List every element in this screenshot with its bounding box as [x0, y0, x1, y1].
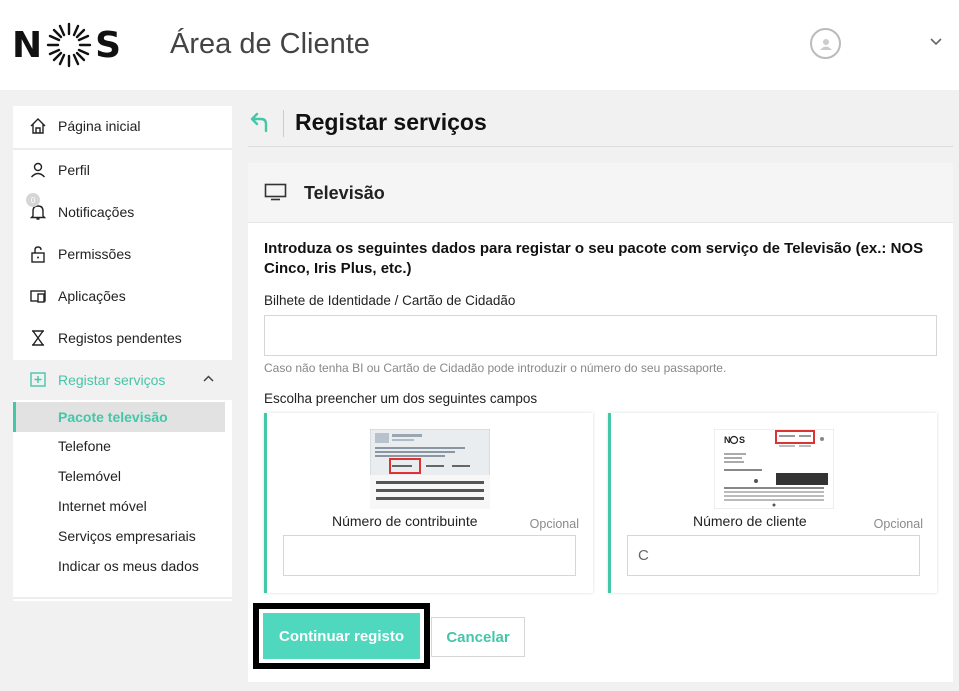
nos-logo[interactable]: N S: [12, 14, 122, 76]
sidebar-item-label: Perfil: [58, 162, 90, 178]
title-separator: [283, 110, 284, 137]
cancel-button[interactable]: Cancelar: [431, 617, 525, 657]
choose-label: Escolha preencher um dos seguintes campo…: [264, 391, 538, 406]
devices-icon: [28, 286, 48, 306]
chevron-up-icon[interactable]: [203, 375, 214, 382]
card-title: Televisão: [304, 183, 385, 203]
sidebar-item-register-services[interactable]: Registar serviços: [13, 360, 232, 400]
sidebar-item-home[interactable]: Página inicial: [13, 106, 232, 146]
sidebar-item-label: Aplicações: [58, 288, 126, 304]
svg-text:S: S: [739, 435, 745, 445]
sidebar-item-notifications[interactable]: 0 Notificações: [13, 192, 232, 232]
user-icon: [28, 160, 48, 180]
sidebar-subitem-phone[interactable]: Telefone: [13, 431, 225, 461]
invoice-image: N S: [714, 429, 834, 509]
hourglass-icon: [28, 328, 48, 348]
lock-icon: [28, 244, 48, 264]
notification-badge: 0: [26, 193, 40, 207]
top-header: N S Área de Cliente: [0, 0, 959, 90]
sidebar-subitem-my-data[interactable]: Indicar os meus dados: [13, 551, 225, 581]
optional-label: Opcional: [529, 517, 579, 531]
option-label: Número de cliente: [693, 513, 807, 529]
client-number-input[interactable]: [627, 535, 920, 576]
sidebar-subitem-mobile[interactable]: Telemóvel: [13, 461, 225, 491]
sidebar-item-pending[interactable]: Registos pendentes: [13, 318, 232, 358]
card-header: Televisão: [248, 163, 953, 223]
logo-letter-n: N: [12, 24, 44, 66]
home-icon: [28, 116, 48, 136]
sidebar-item-permissions[interactable]: Permissões: [13, 234, 232, 274]
page-title: Registar serviços: [295, 109, 487, 135]
app-title: Área de Cliente: [170, 28, 370, 60]
option-label: Número de contribuinte: [332, 513, 478, 529]
id-card-image: [370, 429, 490, 509]
sidebar-item-applications[interactable]: Aplicações: [13, 276, 232, 316]
option-tax-number[interactable]: Número de contribuinte Opcional: [264, 413, 593, 593]
sidebar-subitem-business[interactable]: Serviços empresariais: [13, 521, 225, 551]
option-client-number[interactable]: N S Número de cliente Opcional: [608, 413, 937, 593]
sidebar: Página inicial Perfil 0 Notificações Per…: [13, 106, 232, 601]
divider: [13, 597, 232, 599]
continue-button[interactable]: Continuar registo: [263, 613, 420, 659]
sidebar-item-label: Registar serviços: [58, 372, 166, 388]
avatar[interactable]: [810, 28, 841, 59]
sidebar-subitem-mobile-internet[interactable]: Internet móvel: [13, 491, 225, 521]
sidebar-item-label: Permissões: [58, 246, 132, 262]
sidebar-subitem-tv[interactable]: Pacote televisão: [13, 402, 225, 432]
logo-letter-s: S: [95, 24, 123, 66]
sidebar-item-profile[interactable]: Perfil: [13, 150, 232, 190]
sidebar-item-label: Notificações: [58, 204, 135, 220]
tv-icon: [264, 183, 287, 201]
user-icon: [819, 38, 832, 50]
bi-label: Bilhete de Identidade / Cartão de Cidadã…: [264, 293, 516, 308]
optional-label: Opcional: [873, 517, 923, 531]
add-service-icon: [28, 370, 48, 390]
back-arrow-icon[interactable]: [249, 110, 271, 134]
chevron-down-icon[interactable]: [930, 38, 942, 46]
bell-icon: 0: [26, 193, 48, 222]
bi-hint: Caso não tenha BI ou Cartão de Cidadão p…: [264, 361, 727, 375]
sidebar-item-label: Registos pendentes: [58, 330, 182, 346]
svg-text:N: N: [724, 435, 731, 445]
tax-number-input[interactable]: [283, 535, 576, 576]
intro-text: Introduza os seguintes dados para regist…: [264, 240, 924, 277]
sidebar-item-label: Página inicial: [58, 118, 141, 134]
bi-input[interactable]: [264, 315, 937, 356]
logo-sun-icon: [46, 22, 92, 68]
divider: [248, 146, 953, 147]
